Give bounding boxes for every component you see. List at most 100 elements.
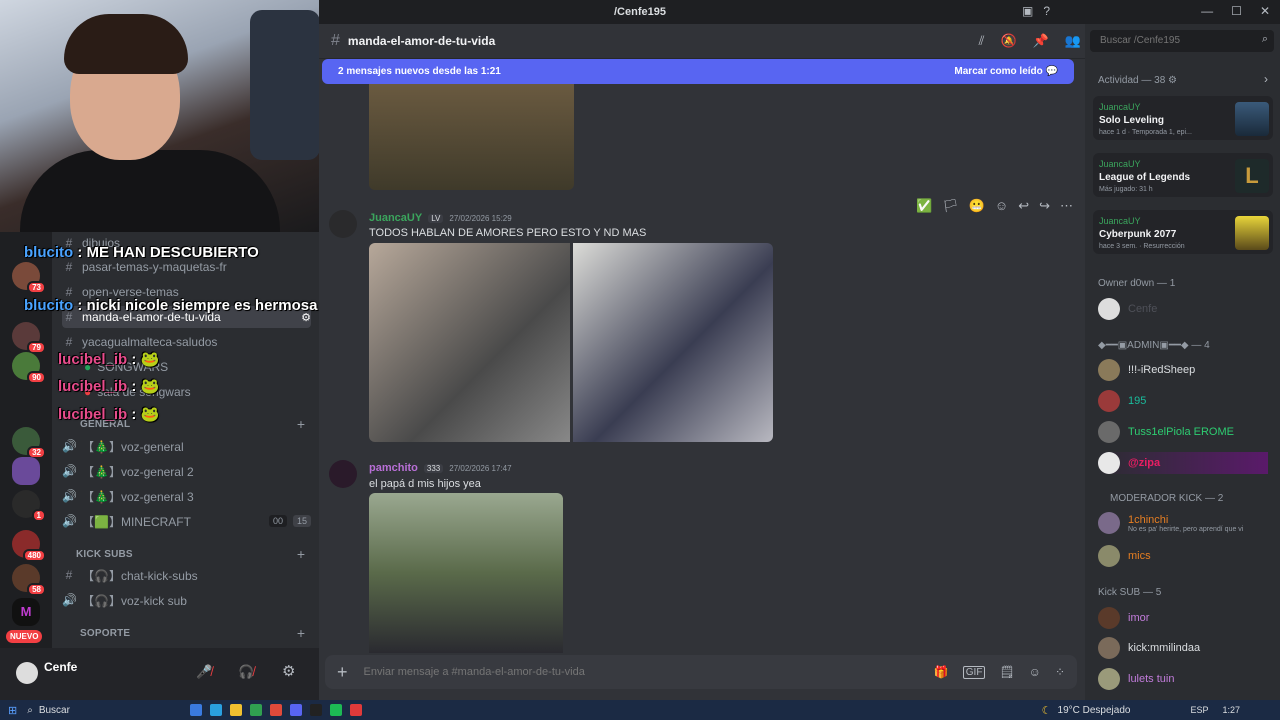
more-icon[interactable]: ⋯: [1060, 198, 1073, 214]
voice-channel[interactable]: 🔊 【🟩】MINECRAFT 00 15: [62, 510, 311, 532]
minimize-icon[interactable]: —: [1201, 4, 1213, 18]
chat-area: # manda-el-amor-de-tu-vida ⫽ 🔕 📌 👥 2 men…: [319, 24, 1085, 700]
server-icon[interactable]: 480: [12, 530, 46, 562]
member-name: imor: [1128, 612, 1150, 624]
server-icon[interactable]: [12, 457, 40, 485]
member-status: No es pa' herirte, pero aprendí que vi: [1128, 525, 1244, 533]
app-icon[interactable]: [189, 704, 202, 716]
notifications-off-icon[interactable]: 🔕: [1000, 33, 1016, 49]
add-channel-icon[interactable]: +: [297, 416, 305, 432]
avatar: [1098, 452, 1120, 474]
message-image[interactable]: [369, 243, 570, 442]
add-channel-icon[interactable]: +: [297, 625, 305, 641]
forward-icon[interactable]: ↪: [1039, 198, 1050, 214]
gift-icon[interactable]: 🎁: [934, 665, 949, 679]
edge-icon[interactable]: [209, 704, 222, 716]
avatar[interactable]: [16, 662, 38, 684]
member-item[interactable]: @zipa: [1098, 452, 1268, 474]
check-emoji-icon[interactable]: ✅: [916, 198, 932, 214]
search-input[interactable]: [1098, 34, 1252, 47]
gif-icon[interactable]: GIF: [962, 665, 986, 679]
message-author[interactable]: JuancaUY: [369, 212, 422, 224]
member-item[interactable]: 195: [1098, 390, 1146, 412]
help-icon[interactable]: ?: [1043, 4, 1050, 18]
threads-icon[interactable]: ⫽: [979, 33, 985, 49]
message-image[interactable]: [369, 493, 563, 653]
server-icon[interactable]: 58: [12, 564, 46, 596]
smile-emoji-icon[interactable]: 😬: [969, 198, 985, 214]
apps-icon[interactable]: ⁘: [1055, 665, 1065, 679]
explorer-icon[interactable]: [229, 704, 242, 716]
deafen-icon[interactable]: 🎧̸: [238, 664, 254, 680]
overlay-chat-line: lucibel_ib : 🐸: [58, 406, 160, 423]
activity-card[interactable]: JuancaUY Cyberpunk 2077 hace 3 sem. · Re…: [1093, 210, 1273, 254]
close-icon[interactable]: ✕: [1260, 4, 1270, 18]
activity-card[interactable]: JuancaUY League of Legends Más jugado: 3…: [1093, 153, 1273, 197]
user-settings-icon[interactable]: ⚙: [282, 662, 295, 680]
windows-start-icon[interactable]: ⊞: [8, 704, 17, 717]
add-channel-icon[interactable]: +: [297, 546, 305, 562]
sticker-icon[interactable]: 🗒: [999, 665, 1014, 679]
weather-text[interactable]: 19°C Despejado: [1058, 705, 1131, 716]
app-icon[interactable]: [249, 704, 262, 716]
activity-extra: Temporada 1, epi...: [1131, 129, 1192, 136]
message-author[interactable]: pamchito: [369, 462, 418, 474]
voice-channel[interactable]: 🔊 【🎄】voz-general 2: [62, 460, 311, 482]
clock[interactable]: 1:27: [1222, 705, 1240, 715]
search-box[interactable]: ⌕: [1090, 30, 1274, 52]
category-kick-subs[interactable]: KICK SUBS: [76, 549, 133, 560]
server-icon[interactable]: 90: [12, 352, 46, 384]
inbox-icon[interactable]: ▣: [1022, 4, 1033, 18]
taskview-icon[interactable]: [170, 704, 182, 716]
speaker-icon: 🔊: [62, 439, 77, 453]
server-logo-icon[interactable]: M: [12, 598, 40, 626]
voice-channel[interactable]: 🔊 【🎄】voz-general: [62, 435, 311, 457]
avatar[interactable]: [329, 460, 357, 488]
mark-read-button[interactable]: Marcar como leído 💬: [954, 66, 1058, 77]
channel-label: 【🎄】voz-general: [82, 439, 184, 454]
server-icon[interactable]: 1: [12, 490, 46, 522]
pin-icon[interactable]: 📌: [1033, 33, 1049, 49]
member-item[interactable]: !!!-iRedSheep: [1098, 359, 1195, 381]
activity-header[interactable]: Actividad — 38 ⚙: [1098, 75, 1177, 86]
add-attachment-icon[interactable]: +: [337, 662, 348, 683]
voice-channel[interactable]: 🔊 【🎧】voz-kick sub: [62, 589, 311, 611]
new-messages-bar[interactable]: 2 mensajes nuevos desde las 1:21 Marcar …: [322, 59, 1074, 84]
taskbar-search[interactable]: Buscar: [39, 705, 70, 716]
owner-header: Owner d0wn — 1: [1098, 278, 1176, 289]
discord-icon[interactable]: [289, 704, 302, 716]
voice-channel[interactable]: 🔊 【🎄】voz-general 3: [62, 485, 311, 507]
message-image[interactable]: [573, 243, 773, 442]
channel-item[interactable]: # 【🎧】chat-kick-subs: [62, 564, 311, 586]
chevron-right-icon[interactable]: ›: [1264, 72, 1268, 86]
spotify-icon[interactable]: [329, 704, 342, 716]
member-item[interactable]: kick:mmilindaa: [1098, 637, 1200, 659]
member-item[interactable]: Cenfe: [1098, 298, 1157, 320]
chrome-icon[interactable]: [269, 704, 282, 716]
maximize-icon[interactable]: ☐: [1231, 4, 1242, 18]
language-indicator[interactable]: ESP: [1190, 705, 1208, 715]
rainbow-flag-icon[interactable]: 🏳: [942, 198, 959, 214]
member-item[interactable]: 1chinchi No es pa' herirte, pero aprendí …: [1098, 512, 1243, 534]
message-input[interactable]: [361, 665, 934, 679]
avatar[interactable]: [329, 210, 357, 238]
server-icon[interactable]: 73: [12, 262, 46, 294]
mute-icon[interactable]: 🎤̸: [196, 664, 212, 680]
member-item[interactable]: lulets tuin: [1098, 668, 1174, 690]
reply-icon[interactable]: ↩: [1018, 198, 1029, 214]
activity-card[interactable]: JuancaUY Solo Leveling hace 1 d · Tempor…: [1093, 96, 1273, 140]
member-list-icon[interactable]: 👥: [1065, 33, 1081, 49]
message-image[interactable]: [369, 84, 574, 190]
server-icon[interactable]: 79: [12, 322, 46, 354]
member-item[interactable]: Tuss1elPiola EROME: [1098, 421, 1234, 443]
obs-icon[interactable]: [309, 704, 322, 716]
add-reaction-icon[interactable]: ☺: [995, 198, 1008, 214]
member-item[interactable]: mics: [1098, 545, 1151, 567]
app-icon[interactable]: [349, 704, 362, 716]
emoji-icon[interactable]: ☺: [1029, 665, 1041, 679]
server-icon[interactable]: 32: [12, 427, 46, 459]
member-item[interactable]: imor: [1098, 607, 1149, 629]
category-soporte[interactable]: SOPORTE: [80, 628, 130, 639]
taskbar-search-icon[interactable]: ⌕: [27, 705, 33, 716]
avatar: [1098, 545, 1120, 567]
